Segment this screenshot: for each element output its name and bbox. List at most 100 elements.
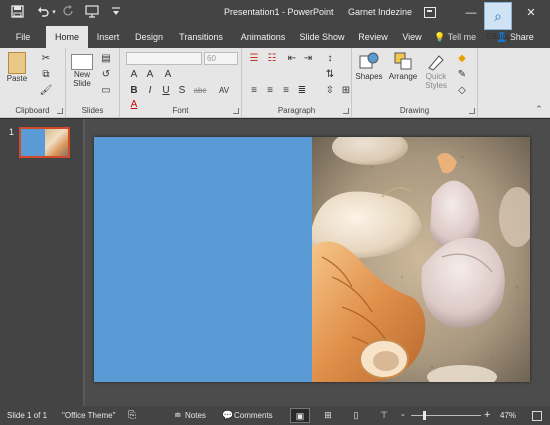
- tab-insert[interactable]: Insert: [90, 26, 126, 48]
- minimize-button[interactable]: —: [456, 2, 486, 24]
- slides-label: Slides: [81, 106, 104, 115]
- clipboard-group: Paste ✂ ⧉ 🖌 Clipboard: [0, 48, 66, 118]
- format-painter-icon[interactable]: 🖌: [38, 84, 54, 98]
- editing-group: [478, 48, 518, 118]
- paragraph-group: ☰ ☷ ⇤ ⇥ ↕ ⇅ ⇳ ≡ ≡ ≡ ≣ ⊞ Paragraph: [242, 48, 352, 118]
- close-button[interactable]: ✕: [516, 2, 546, 24]
- quick-styles-button[interactable]: Quick Styles: [422, 50, 450, 90]
- quick-styles-label-2: Styles: [425, 81, 447, 90]
- shape-outline-icon[interactable]: ✎: [454, 68, 470, 82]
- increase-indent-icon[interactable]: ⇥: [300, 52, 316, 66]
- editing-button[interactable]: ⌕: [484, 2, 512, 30]
- zoom-in-button[interactable]: +: [484, 406, 490, 425]
- shapes-button[interactable]: Shapes: [354, 50, 384, 81]
- bold-button[interactable]: B: [126, 84, 142, 98]
- undo-dropdown-icon[interactable]: ▾: [50, 5, 58, 21]
- character-spacing-button[interactable]: AV: [214, 84, 234, 98]
- quick-styles-label-1: Quick: [425, 72, 447, 81]
- slide-thumbnail-pane: [0, 119, 83, 406]
- cut-icon[interactable]: ✂: [38, 52, 54, 66]
- collapse-ribbon-icon[interactable]: ⌃: [534, 104, 544, 114]
- window-title: Presentation1 - PowerPoint: [224, 7, 334, 17]
- start-from-beginning-icon[interactable]: [84, 5, 100, 21]
- tab-review[interactable]: Review: [354, 26, 392, 48]
- align-text-icon[interactable]: ⇳: [322, 84, 338, 98]
- paste-button[interactable]: Paste: [4, 50, 30, 83]
- customize-qat-icon[interactable]: [108, 5, 124, 21]
- font-name-field[interactable]: [126, 52, 202, 65]
- tell-me-label: Tell me: [447, 32, 477, 42]
- zoom-out-button[interactable]: -: [401, 406, 405, 425]
- layout-icon[interactable]: ▤: [98, 52, 114, 66]
- status-bar: Slide 1 of 1 "Office Theme" ⎘ ≐ Notes 💬 …: [0, 406, 550, 425]
- bullets-icon[interactable]: ☰: [246, 52, 262, 66]
- drawing-group: Shapes Arrange Quick Styles ◆ ✎ ◇ Drawin…: [352, 48, 478, 118]
- tab-home[interactable]: Home: [46, 26, 88, 48]
- thumbnail-number: 1: [9, 127, 15, 137]
- user-name[interactable]: Garnet Indezine: [348, 7, 412, 17]
- arrange-button[interactable]: Arrange: [386, 50, 420, 81]
- shadow-button[interactable]: S: [174, 84, 190, 98]
- tab-file[interactable]: File: [6, 26, 40, 48]
- normal-view-icon[interactable]: ▣: [290, 408, 310, 423]
- align-left-icon[interactable]: ≡: [246, 84, 262, 98]
- save-icon[interactable]: [10, 5, 24, 21]
- reset-icon[interactable]: ↺: [98, 68, 114, 82]
- fit-slide-icon[interactable]: [532, 411, 542, 421]
- paste-label: Paste: [6, 74, 28, 83]
- copy-icon[interactable]: ⧉: [38, 68, 54, 82]
- tell-me-box[interactable]: 💡 Tell me: [434, 26, 476, 48]
- strikethrough-button[interactable]: abc: [190, 84, 210, 98]
- tab-slide-show[interactable]: Slide Show: [296, 26, 348, 48]
- ribbon-tabs: File Home Insert Design Transitions Anim…: [0, 26, 550, 48]
- underline-button[interactable]: U: [158, 84, 174, 98]
- spelling-check-icon[interactable]: ⎘: [128, 406, 136, 425]
- zoom-level[interactable]: 47%: [500, 406, 516, 425]
- current-slide[interactable]: [94, 137, 530, 382]
- zoom-slider-thumb[interactable]: [423, 411, 426, 420]
- drawing-launcher-icon[interactable]: [469, 108, 475, 114]
- zoom-slider-track[interactable]: [411, 415, 481, 416]
- slide-sorter-icon[interactable]: ⊞: [318, 408, 338, 423]
- align-right-icon[interactable]: ≡: [278, 84, 294, 98]
- reading-view-icon[interactable]: ▯: [346, 408, 366, 423]
- tab-design[interactable]: Design: [130, 26, 168, 48]
- line-spacing-icon[interactable]: ↕: [322, 52, 338, 66]
- notes-button[interactable]: Notes: [185, 406, 206, 425]
- align-center-icon[interactable]: ≡: [262, 84, 278, 98]
- tab-view[interactable]: View: [398, 26, 426, 48]
- slide-thumbnail-1[interactable]: [19, 127, 70, 158]
- redo-icon[interactable]: [62, 5, 76, 21]
- shape-effects-icon[interactable]: ◇: [454, 84, 470, 98]
- new-slide-button[interactable]: New Slide: [68, 50, 96, 88]
- increase-font-icon[interactable]: A: [126, 68, 142, 82]
- font-label: Font: [172, 106, 189, 115]
- text-direction-icon[interactable]: ⇅: [322, 68, 338, 82]
- numbering-icon[interactable]: ☷: [264, 52, 280, 66]
- clipboard-launcher-icon[interactable]: [57, 108, 63, 114]
- title-bar: ▾ Presentation1 - PowerPoint Garnet Inde…: [0, 0, 550, 26]
- section-icon[interactable]: ▭: [98, 84, 114, 98]
- font-size-field[interactable]: 60: [204, 52, 238, 65]
- paragraph-label: Paragraph: [277, 106, 316, 115]
- clear-formatting-icon[interactable]: A: [160, 68, 176, 82]
- comments-button[interactable]: Comments: [234, 406, 273, 425]
- italic-button[interactable]: I: [142, 84, 158, 98]
- shape-fill-icon[interactable]: ◆: [454, 52, 470, 66]
- notes-icon[interactable]: ≐: [174, 406, 182, 425]
- justify-icon[interactable]: ≣: [294, 84, 310, 98]
- slide-show-icon[interactable]: ⊤: [374, 408, 394, 423]
- arrange-icon: [392, 50, 414, 72]
- comments-icon[interactable]: 💬: [222, 406, 233, 425]
- arrange-label: Arrange: [388, 72, 418, 81]
- ribbon-home: Paste ✂ ⧉ 🖌 Clipboard New Slide ▤ ↺ ▭ Sl…: [0, 48, 550, 118]
- undo-icon[interactable]: [36, 5, 50, 21]
- ribbon-display-options-icon[interactable]: [424, 7, 436, 18]
- font-launcher-icon[interactable]: [233, 108, 239, 114]
- tab-animations[interactable]: Animations: [234, 26, 292, 48]
- decrease-font-icon[interactable]: A: [142, 68, 158, 82]
- decrease-indent-icon[interactable]: ⇤: [284, 52, 300, 66]
- seashells-photo[interactable]: [312, 137, 530, 382]
- tab-transitions[interactable]: Transitions: [172, 26, 230, 48]
- paragraph-launcher-icon[interactable]: [343, 108, 349, 114]
